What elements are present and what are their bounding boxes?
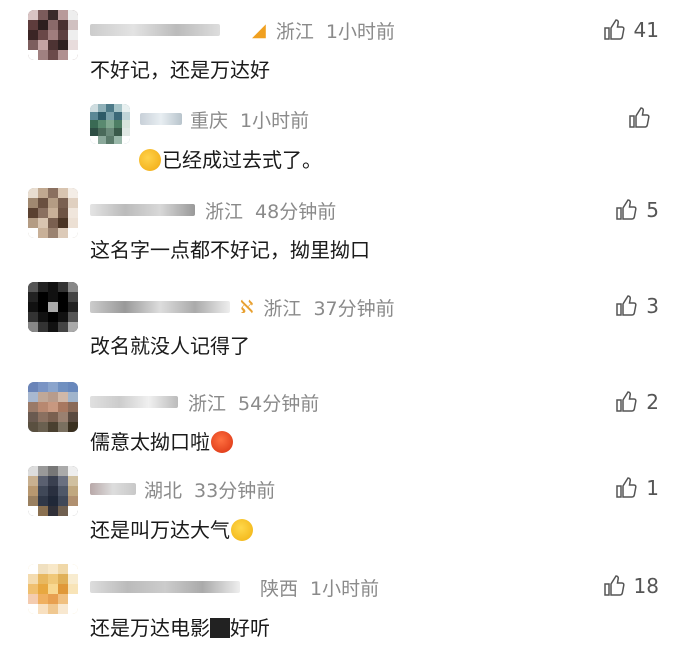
film-emoji-icon: [210, 618, 230, 638]
location: 浙江: [263, 297, 302, 320]
comment-text: 儒意太拗口啦: [90, 426, 234, 455]
like-count: 18: [633, 574, 659, 598]
comment-meta: 陕西 1小时前: [90, 572, 379, 602]
thumbs-up-icon: [603, 575, 625, 596]
comment-item: 浙江 48分钟前 这名字一点都不好记，拗里拗口 5: [0, 188, 681, 268]
comment-meta: ℵ 浙江 37分钟前: [90, 292, 395, 322]
like-button[interactable]: [627, 106, 659, 130]
comment-item: 湖北 33分钟前 还是叫万达大气 1: [0, 466, 681, 546]
username[interactable]: [90, 483, 136, 495]
location: 重庆: [190, 109, 229, 132]
thumbs-up-icon: [616, 477, 637, 498]
avatar[interactable]: [90, 104, 130, 144]
badge-icon: ℵ: [240, 296, 254, 318]
timestamp: 48分钟前: [255, 200, 337, 223]
comment-item: ◢ 浙江 1小时前 不好记，还是万达好 41: [0, 10, 681, 90]
comment-meta: 湖北 33分钟前: [90, 474, 275, 504]
avatar[interactable]: [28, 282, 78, 332]
laughing-emoji-icon: [231, 519, 253, 541]
like-count: 41: [633, 18, 659, 42]
timestamp: 1小时前: [310, 577, 380, 600]
like-button[interactable]: 2: [614, 390, 659, 414]
avatar[interactable]: [28, 382, 78, 432]
comment-text: 改名就没人记得了: [90, 334, 250, 358]
comment-text: 已经成过去式了。: [138, 144, 322, 173]
location: 浙江: [275, 20, 314, 43]
comment-meta: ◢ 浙江 1小时前: [90, 15, 395, 45]
timestamp: 1小时前: [325, 20, 395, 43]
comment-meta: 重庆 1小时前: [140, 104, 309, 134]
like-button[interactable]: 18: [602, 574, 659, 598]
timestamp: 54分钟前: [238, 392, 320, 415]
badge-icon: ◢: [252, 19, 266, 41]
laughing-crying-emoji-icon: [139, 149, 161, 171]
username[interactable]: [90, 396, 178, 408]
comment-meta: 浙江 54分钟前: [90, 387, 319, 417]
like-count: 1: [646, 476, 659, 500]
comment-text: 这名字一点都不好记，拗里拗口: [90, 238, 370, 262]
location: 湖北: [144, 479, 183, 502]
comment-text: 还是叫万达大气: [90, 514, 254, 543]
timestamp: 33分钟前: [194, 479, 276, 502]
comment-text: 不好记，还是万达好: [90, 58, 270, 82]
thumbs-up-icon: [616, 295, 637, 316]
reply-item: 重庆 1小时前 已经成过去式了。: [0, 102, 681, 182]
like-count: 3: [646, 294, 659, 318]
avatar[interactable]: [28, 188, 78, 238]
username[interactable]: [90, 301, 230, 313]
avatar[interactable]: [28, 466, 78, 516]
like-button[interactable]: 5: [614, 198, 659, 222]
comment-text: 还是万达电影 好听: [90, 616, 270, 640]
username[interactable]: [90, 204, 195, 216]
thumbs-up-icon: [603, 19, 625, 40]
comment-item: ℵ 浙江 37分钟前 改名就没人记得了 3: [0, 282, 681, 362]
location: 浙江: [205, 200, 244, 223]
timestamp: 1小时前: [240, 109, 310, 132]
username[interactable]: [90, 24, 220, 36]
avatar[interactable]: [28, 10, 78, 60]
thumbs-up-icon: [629, 107, 650, 128]
avatar[interactable]: [28, 564, 78, 614]
location: 陕西: [260, 577, 299, 600]
username[interactable]: [90, 581, 240, 593]
like-button[interactable]: 1: [614, 476, 659, 500]
timestamp: 37分钟前: [313, 297, 395, 320]
location: 浙江: [188, 392, 227, 415]
like-button[interactable]: 41: [602, 18, 659, 42]
like-count: 2: [646, 390, 659, 414]
comment-item: 陕西 1小时前 还是万达电影 好听 18: [0, 564, 681, 649]
angry-face-emoji-icon: [211, 431, 233, 453]
comment-meta: 浙江 48分钟前: [90, 195, 336, 225]
thumbs-up-icon: [616, 391, 637, 412]
username[interactable]: [140, 113, 182, 125]
thumbs-up-icon: [616, 199, 637, 220]
like-count: 5: [646, 198, 659, 222]
like-button[interactable]: 3: [614, 294, 659, 318]
comment-item: 浙江 54分钟前 儒意太拗口啦 2: [0, 382, 681, 462]
